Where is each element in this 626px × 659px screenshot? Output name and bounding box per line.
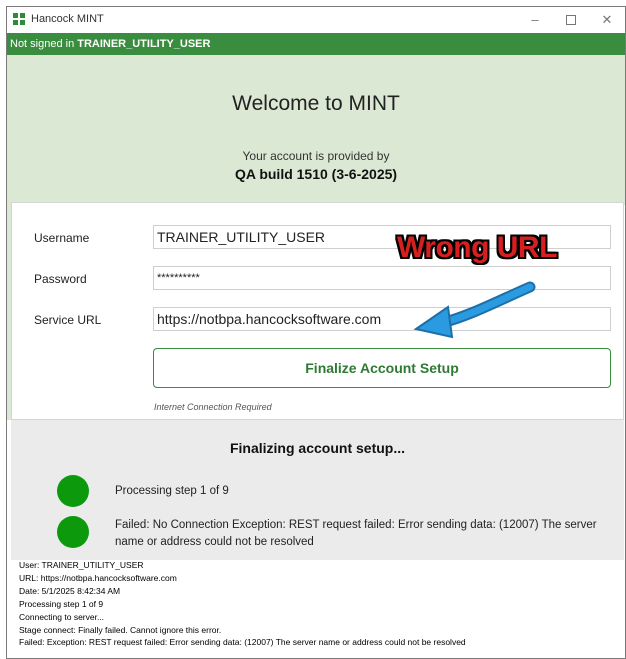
provided-by-text: Your account is provided by <box>242 149 390 163</box>
app-window: Hancock MINT – ✕ Not signed in TRAINER_UT… <box>6 6 626 659</box>
service-url-label: Service URL <box>34 313 102 327</box>
password-label: Password <box>34 272 87 286</box>
password-field[interactable]: ********** <box>153 266 611 290</box>
service-url-field[interactable]: https://notbpa.hancocksoftware.com <box>153 307 611 331</box>
internet-required-note: Internet Connection Required <box>154 402 272 412</box>
minimize-button[interactable]: – <box>517 9 553 31</box>
window-title: Hancock MINT <box>31 13 104 25</box>
finalize-account-setup-button[interactable]: Finalize Account Setup <box>153 348 611 388</box>
build-name: QA build 1510 (3-6-2025) <box>234 166 398 182</box>
app-logo-icon <box>13 13 25 25</box>
log-line: User: TRAINER_UTILITY_USER <box>19 560 144 570</box>
arrow-icon <box>413 281 536 339</box>
welcome-title: Welcome to MINT <box>232 92 400 115</box>
wrong-url-annotation: Wrong URL <box>397 231 557 264</box>
username-label: Username <box>34 231 90 245</box>
log-line: Connecting to server... <box>19 611 105 622</box>
maximize-icon <box>566 15 576 25</box>
diagnostic-log: User: TRAINER_UTILITY_USER URL: https://… <box>19 559 569 649</box>
log-line: URL: https://notbpa.hancocksoftware.com <box>19 572 177 583</box>
signin-status-bar: Not signed in TRAINER_UTILITY_USER <box>7 33 625 55</box>
step-status-indicator <box>57 475 89 507</box>
signin-status-text: Not signed in <box>10 38 75 50</box>
signin-user-name: TRAINER_UTILITY_USER <box>77 38 211 50</box>
step-status-text: Failed: No Connection Exception: REST re… <box>115 519 597 548</box>
progress-panel: Finalizing account setup... Processing s… <box>11 420 624 560</box>
log-line: Stage connect: Finally failed. Cannot ig… <box>19 624 222 635</box>
progress-heading: Finalizing account setup... <box>229 440 405 456</box>
step-status-text: Processing step 1 of 9 <box>115 485 229 497</box>
step-status-indicator <box>57 516 89 548</box>
close-button[interactable]: ✕ <box>589 9 625 31</box>
title-bar[interactable]: Hancock MINT – ✕ <box>7 7 625 33</box>
welcome-header: Welcome to MINT Your account is provided… <box>7 55 625 205</box>
log-line: Failed: Exception: REST request failed: … <box>19 637 466 648</box>
maximize-button[interactable] <box>553 9 589 31</box>
log-line: Date: 5/1/2025 8:42:34 AM <box>19 585 121 596</box>
log-line: Processing step 1 of 9 <box>19 598 104 609</box>
